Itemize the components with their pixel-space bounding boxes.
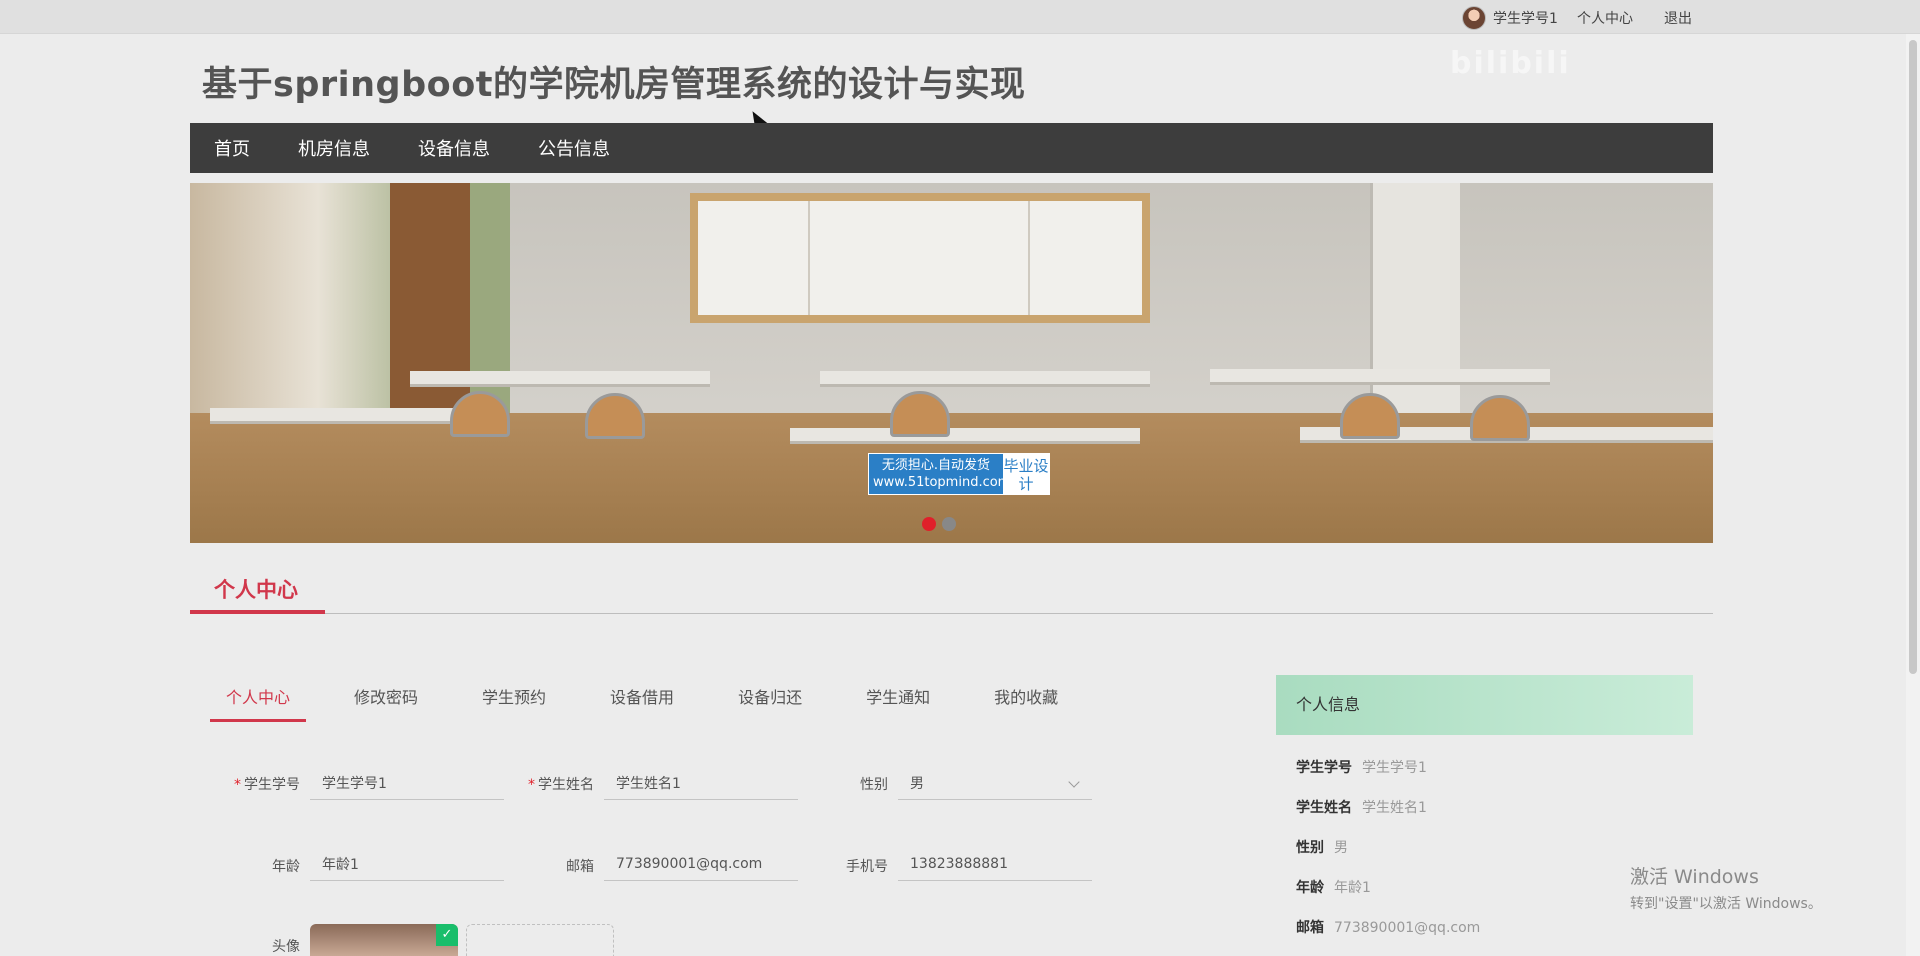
section-title: 个人中心 [214,578,298,602]
windows-activation-notice: 激活 Windows 转到"设置"以激活 Windows。 [1630,866,1822,912]
avatar-upload-button[interactable] [466,924,614,956]
current-user[interactable]: 学生学号1 [1462,6,1558,30]
banner-carousel[interactable]: 无须担心.自动发货 www.51topmind.com 毕业设计 [190,183,1713,543]
top-user-bar: 学生学号1 个人中心 退出 [0,0,1920,34]
profile-card-title: 个人信息 [1276,675,1693,735]
section-divider [190,613,1713,614]
banner-whiteboard [690,193,1150,323]
nav-item-devices[interactable]: 设备信息 [394,135,514,161]
student-no-label: * 学生学号 [234,777,300,793]
tab-change-password[interactable]: 修改密码 [338,684,434,708]
student-name-input[interactable] [604,766,798,800]
profile-tabs: 个人中心 修改密码 学生预约 设备借用 设备归还 学生通知 我的收藏 [210,684,1106,722]
check-icon: ✓ [436,924,458,946]
email-label: 邮箱 [566,859,594,875]
nav-item-labs[interactable]: 机房信息 [274,135,394,161]
profile-info-row: 学生学号 学生学号1 [1296,760,1427,776]
profile-info-row: 年龄 年龄1 [1296,880,1371,896]
avatar-preview[interactable]: ✓ [310,924,458,956]
gender-label: 性别 [860,777,888,793]
tab-reservations[interactable]: 学生预约 [466,684,562,708]
carousel-indicators [922,517,956,531]
gender-select[interactable] [898,766,1092,800]
tab-favorites[interactable]: 我的收藏 [978,684,1074,708]
nav-item-notices[interactable]: 公告信息 [514,135,634,161]
profile-link[interactable]: 个人中心 [1577,8,1633,28]
banner-desk [790,428,1140,444]
age-label: 年龄 [272,859,300,875]
section-underline [190,610,325,614]
profile-info-row: 邮箱 773890001@qq.com [1296,920,1481,936]
profile-info-row: 性别男 [1296,840,1348,856]
logout-link[interactable]: 退出 [1664,8,1692,28]
user-avatar [1462,6,1486,30]
carousel-dot[interactable] [942,517,956,531]
video-watermark: bilibili [1450,46,1571,81]
tab-device-return[interactable]: 设备归还 [722,684,818,708]
tab-device-borrow[interactable]: 设备借用 [594,684,690,708]
student-name-label: * 学生姓名 [528,777,594,793]
promo-sticker: 无须担心.自动发货 www.51topmind.com 毕业设计 [868,453,1050,495]
tab-notifications[interactable]: 学生通知 [850,684,946,708]
page-scrollbar[interactable] [1906,34,1920,956]
promo-tag: 毕业设计 [1003,454,1049,494]
banner-desk [820,371,1150,387]
main-nav: 首页 机房信息 设备信息 公告信息 [190,123,1713,173]
site-title: 基于springboot的学院机房管理系统的设计与实现 [202,65,1026,105]
phone-label: 手机号 [846,859,888,875]
scrollbar-thumb[interactable] [1909,40,1917,674]
email-input[interactable] [604,847,798,881]
tab-profile[interactable]: 个人中心 [210,684,307,722]
username: 学生学号1 [1493,11,1558,27]
promo-line-2: www.51topmind.com [873,475,1011,490]
banner-desk [1210,369,1550,385]
promo-line-1: 无须担心.自动发货 [881,458,991,473]
banner-desk [410,371,710,387]
phone-input[interactable] [898,847,1092,881]
profile-info-row: 学生姓名 学生姓名1 [1296,800,1427,816]
student-no-input[interactable] [310,766,504,800]
avatar-label: 头像 [272,939,300,955]
age-input[interactable] [310,847,504,881]
nav-item-home[interactable]: 首页 [190,135,274,161]
carousel-dot[interactable] [922,517,936,531]
